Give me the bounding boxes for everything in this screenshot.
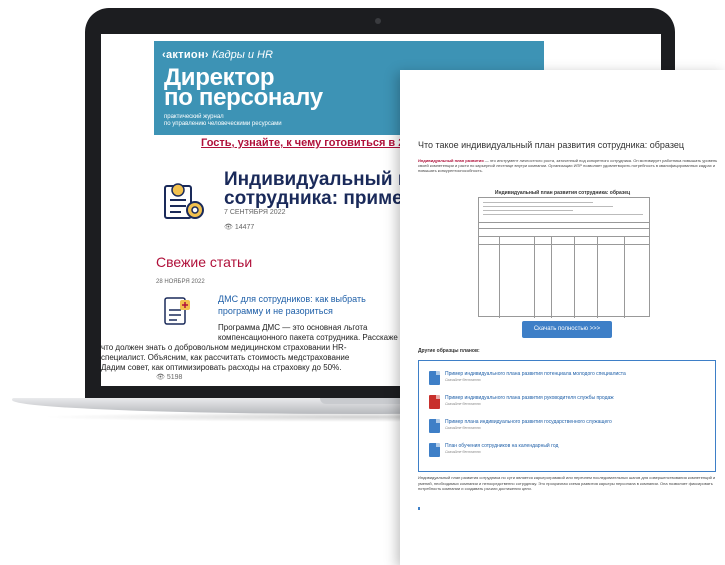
fresh-article-title[interactable]: ДМС для сотрудников: как выбрать програм… xyxy=(218,293,388,317)
article-views: 👁 14477 xyxy=(224,224,255,231)
fresh-article-views: 👁 5198 xyxy=(156,374,183,381)
other-samples-label: Другие образцы планов: xyxy=(418,348,480,354)
doc-file-icon xyxy=(429,443,440,457)
doc-file-icon xyxy=(429,419,440,433)
promo-link[interactable]: Гость, узнайте, к чему готовиться в 20 xyxy=(201,137,410,149)
document-intro: Индивидуальный план развития — это инстр… xyxy=(418,158,718,173)
document-page: Что такое индивидуальный план развития с… xyxy=(400,70,725,565)
medical-document-icon xyxy=(164,297,190,325)
other-sample-item[interactable]: Пример индивидуального плана развития по… xyxy=(429,371,709,391)
plan-sample-table xyxy=(478,197,650,318)
aktion-logo: ‹актион› xyxy=(162,49,209,61)
pdf-file-icon xyxy=(429,395,440,409)
section-name: Кадры и HR xyxy=(211,49,273,61)
download-full-button[interactable]: Скачать полностью >>> xyxy=(522,321,612,338)
fresh-article-date: 28 НОЯБРЯ 2022 xyxy=(156,279,205,285)
document-bottom-text: Индивидуальный план развития сотрудника … xyxy=(418,475,716,491)
brand-line: ‹актион› Кадры и HR xyxy=(162,49,273,61)
article-title[interactable]: Индивидуальный пл сотрудника: пример xyxy=(224,170,421,208)
other-sample-item[interactable]: Пример индивидуального плана развития ру… xyxy=(429,395,709,415)
other-sample-item[interactable]: План обучения сотрудников на календарный… xyxy=(429,443,709,463)
plan-sample-title: Индивидуальный план развития сотрудника:… xyxy=(494,190,631,196)
text-marker xyxy=(418,507,420,510)
other-samples-box: Пример индивидуального плана развития по… xyxy=(418,360,716,472)
document-title: Что такое индивидуальный план развития с… xyxy=(418,140,685,150)
magazine-title: Директор по персоналу xyxy=(164,64,323,111)
doc-file-icon xyxy=(429,371,440,385)
webcam xyxy=(375,18,381,24)
magazine-subtitle: практический журнал по управлению челове… xyxy=(164,114,282,127)
article-date: 7 СЕНТЯБРЯ 2022 xyxy=(224,209,286,216)
other-sample-item[interactable]: Пример плана индивидуального развития го… xyxy=(429,419,709,439)
eye-icon: 👁 xyxy=(156,374,165,381)
fresh-articles-heading: Свежие статьи xyxy=(156,254,253,270)
document-gear-icon xyxy=(164,183,204,219)
eye-icon: 👁 xyxy=(224,224,233,231)
